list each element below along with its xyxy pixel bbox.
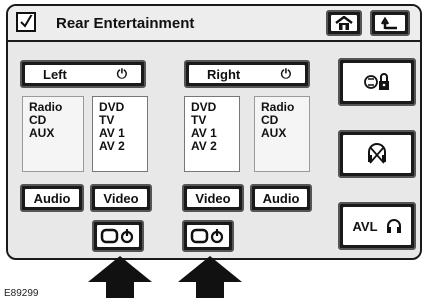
title-bar: Rear Entertainment [8, 6, 420, 42]
headphones-mute-icon [343, 135, 411, 173]
up-arrow-icon [88, 256, 152, 298]
screen-power-icon [97, 225, 139, 247]
back-arrow-icon [375, 15, 405, 31]
left-screen-power-button[interactable] [92, 220, 144, 252]
home-icon [331, 15, 357, 31]
right-video-label: Video [187, 189, 239, 207]
left-power-button[interactable]: Left ⏻ [20, 60, 146, 88]
left-video-label: Video [95, 189, 147, 207]
right-label: Right [207, 66, 241, 82]
right-audio-source-list[interactable]: Radio CD AUX [254, 96, 310, 172]
left-audio-label: Audio [25, 189, 79, 207]
power-icon: ⏻ [280, 66, 291, 81]
child-lock-button[interactable] [338, 58, 416, 106]
child-lock-icon [343, 63, 411, 101]
figure-caption: E89299 [4, 288, 39, 299]
right-video-button[interactable]: Video [182, 184, 244, 212]
headphones-icon [386, 219, 401, 233]
left-video-source-list[interactable]: DVD TV AV 1 AV 2 [92, 96, 148, 172]
enable-checkbox[interactable] [16, 12, 36, 32]
left-video-button[interactable]: Video [90, 184, 152, 212]
left-audio-button[interactable]: Audio [20, 184, 84, 212]
check-icon [20, 15, 33, 28]
home-button[interactable] [326, 10, 362, 36]
power-icon: ⏻ [116, 66, 127, 81]
left-audio-source-list[interactable]: Radio CD AUX [22, 96, 84, 172]
avl-label: AVL [352, 218, 378, 234]
left-label: Left [43, 66, 67, 82]
right-video-source-list[interactable]: DVD TV AV 1 AV 2 [184, 96, 240, 172]
up-arrow-icon [178, 256, 242, 298]
right-audio-label: Audio [255, 189, 307, 207]
right-audio-button[interactable]: Audio [250, 184, 312, 212]
avl-headphones-button[interactable]: AVL [338, 202, 416, 250]
back-button[interactable] [370, 10, 410, 36]
screen-power-icon [187, 225, 229, 247]
touchscreen: Rear Entertainment Left ⏻ Right ⏻ Radio … [6, 4, 422, 260]
headphones-mute-button[interactable] [338, 130, 416, 178]
page-title: Rear Entertainment [56, 15, 195, 32]
right-screen-power-button[interactable] [182, 220, 234, 252]
right-power-button[interactable]: Right ⏻ [184, 60, 310, 88]
